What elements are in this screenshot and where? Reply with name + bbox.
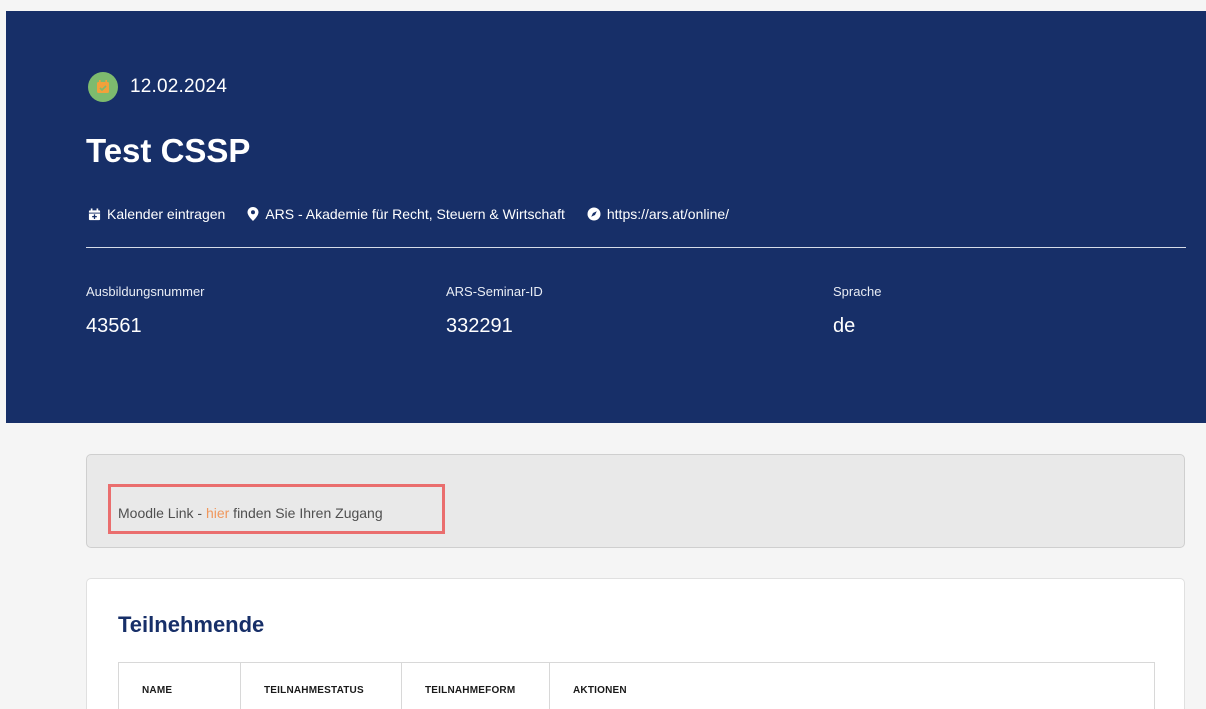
moodle-text: Moodle Link - hier finden Sie Ihren Zuga…: [118, 505, 383, 521]
info-label: ARS-Seminar-ID: [446, 284, 543, 299]
seminar-header: 12.02.2024 Test CSSP Kalender eintragen: [6, 11, 1206, 423]
page-title: Test CSSP: [86, 132, 251, 169]
participants-table: NAME TEILNAHMESTATUS TEILNAHMEFORM AKTIO…: [118, 662, 1155, 709]
participants-title: Teilnehmende: [118, 612, 265, 637]
meta-row: Kalender eintragen ARS - Akademie für Re…: [88, 206, 751, 222]
column-header-status: TEILNAHMESTATUS: [241, 663, 402, 709]
info-value: de: [833, 315, 856, 337]
column-header-name: NAME: [119, 663, 241, 709]
calendar-label: Kalender eintragen: [107, 206, 226, 222]
add-to-calendar-link[interactable]: Kalender eintragen: [88, 206, 225, 222]
compass-icon: [587, 207, 601, 221]
seminar-date: 12.02.2024: [130, 76, 228, 97]
info-seminar-id: ARS-Seminar-ID 332291: [446, 284, 543, 338]
moodle-link[interactable]: hier: [206, 505, 229, 521]
info-sprache: Sprache de: [833, 284, 881, 338]
header-divider: [86, 247, 1186, 248]
calendar-plus-icon: [88, 207, 101, 220]
seminar-url-link[interactable]: https://ars.at/online/: [587, 206, 729, 222]
info-value: 332291: [446, 315, 513, 337]
map-marker-icon: [247, 207, 259, 221]
moodle-suffix: finden Sie Ihren Zugang: [229, 505, 383, 521]
info-ausbildungsnummer: Ausbildungsnummer 43561: [86, 284, 205, 338]
date-row: 12.02.2024: [88, 72, 227, 102]
location-label: ARS - Akademie für Recht, Steuern & Wirt…: [265, 206, 565, 222]
column-header-actions: AKTIONEN: [573, 685, 627, 696]
calendar-check-icon: [88, 72, 118, 102]
info-value: 43561: [86, 315, 142, 337]
moodle-prefix: Moodle Link -: [118, 505, 206, 521]
page: 12.02.2024 Test CSSP Kalender eintragen: [0, 0, 1206, 709]
participants-card: Teilnehmende NAME TEILNAHMESTATUS TEILNA…: [86, 578, 1185, 709]
url-label: https://ars.at/online/: [606, 206, 730, 222]
info-label: Sprache: [833, 284, 882, 299]
moodle-notice: Moodle Link - hier finden Sie Ihren Zuga…: [86, 454, 1185, 548]
column-header-form: TEILNAHMEFORM: [402, 663, 550, 709]
info-label: Ausbildungsnummer: [86, 284, 205, 299]
location-item: ARS - Akademie für Recht, Steuern & Wirt…: [247, 206, 565, 222]
